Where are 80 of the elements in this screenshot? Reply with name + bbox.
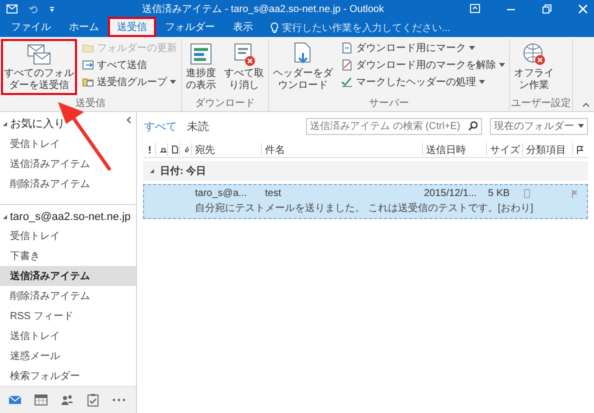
caret-icon (578, 124, 584, 128)
scope-dropdown[interactable]: 現在のフォルダー (490, 118, 588, 134)
caret-icon (469, 46, 475, 50)
expanded-icon[interactable] (2, 120, 8, 126)
message-recipient: taro_s@a... (194, 188, 248, 199)
calendar-icon[interactable] (34, 393, 48, 407)
message-subject: test (264, 188, 282, 199)
ribbon-display-icon[interactable] (470, 4, 480, 13)
caret-icon (499, 62, 505, 66)
caret-icon (170, 80, 176, 84)
document-icon (341, 42, 353, 54)
ribbon-button[interactable]: ダウンロード用のマークを解除 (338, 57, 508, 72)
section-header[interactable]: お気に入り (10, 116, 65, 131)
ribbon-button[interactable]: マークしたヘッダーの処理 (338, 74, 508, 89)
message-date: 2015/12/1... (423, 188, 478, 199)
folder-item[interactable]: 削除済みアイテム (0, 174, 136, 194)
people-icon[interactable] (60, 393, 74, 407)
search-icon (468, 121, 478, 131)
document-icon[interactable] (171, 145, 179, 154)
folder-icon (82, 42, 94, 54)
column-header[interactable]: 宛先 (191, 143, 261, 156)
ribbon-tab[interactable]: 送受信 (108, 17, 156, 37)
category-icon (524, 189, 530, 198)
group-label: 送受信 (74, 96, 106, 111)
document-icon (341, 58, 353, 70)
folder-item[interactable]: 送信トレイ (0, 326, 136, 346)
ribbon-button[interactable]: ダウンロード用にマーク (338, 40, 508, 55)
restore-icon[interactable] (542, 4, 552, 14)
column-header[interactable]: 件名 (261, 143, 422, 156)
ribbon-button[interactable]: オフライン作業 (511, 39, 557, 95)
filter-tab[interactable]: 未読 (186, 118, 210, 134)
collapse-pane-icon[interactable] (126, 116, 132, 124)
tasks-icon[interactable] (86, 393, 100, 407)
message-item[interactable]: taro_s@a... test 2015/12/1... 5 KB 自分宛にテストメールを送りました。 これは送受信のテストです。[おわり] (143, 184, 588, 219)
ribbon-button[interactable]: すべて送信 (79, 57, 180, 72)
window-title: 送信済みアイテム - taro_s@aa2.so-net.ne.jp - Outlook (141, 2, 385, 16)
group-label: ユーザー設定 (511, 96, 571, 111)
filter-tab[interactable]: すべて (143, 118, 178, 134)
flag-icon[interactable] (576, 145, 584, 154)
ribbon-tab[interactable]: フォルダー (156, 17, 224, 37)
send-icon (82, 58, 94, 70)
undo-icon[interactable] (28, 4, 38, 14)
folder-item[interactable]: 下書き (0, 246, 136, 266)
ribbon-tab[interactable]: 表示 (224, 17, 262, 37)
folder-group-icon (82, 76, 94, 88)
group-label: ダウンロード (194, 97, 256, 111)
folder-item[interactable]: 送信済みアイテム (0, 266, 136, 286)
ribbon-button[interactable]: 送受信グループ (79, 74, 180, 89)
folder-item[interactable]: 削除済みアイテム (0, 286, 136, 306)
folder-item[interactable]: 受信トレイ (0, 226, 136, 246)
app-icon (6, 2, 18, 14)
column-header[interactable]: 送信日時 (422, 143, 486, 156)
ribbon-tab[interactable]: ホーム (60, 17, 108, 37)
close-icon[interactable] (578, 4, 588, 14)
lightbulb-icon (270, 22, 279, 34)
ribbon-button[interactable]: すべてのフォルダーを送受信 (1, 39, 77, 95)
column-header[interactable]: 分類項目 (522, 143, 572, 156)
ribbon-tab[interactable]: ファイル (2, 17, 60, 37)
expanded-icon[interactable] (2, 214, 8, 220)
collapse-ribbon-icon[interactable] (582, 102, 590, 107)
ribbon-button[interactable]: ヘッダーをダウンロード (270, 39, 336, 95)
message-preview: 自分宛にテストメールを送りました。 これは送受信のテストです。[おわり] (194, 202, 534, 215)
folder-item[interactable]: 送信済みアイテム (0, 154, 136, 174)
attachment-icon[interactable] (183, 145, 191, 154)
group-label: サーバー (368, 97, 410, 111)
folder-item[interactable]: 受信トレイ (0, 134, 136, 154)
ribbon-button[interactable]: 進捗度の表示 (183, 39, 219, 95)
folder-item[interactable]: 迷惑メール (0, 346, 136, 366)
column-header[interactable]: サイズ (486, 143, 522, 156)
message-size: 5 KB (487, 188, 511, 199)
mail-icon[interactable] (8, 393, 22, 407)
checkmark-icon (341, 76, 353, 88)
section-header[interactable]: taro_s@aa2.so-net.ne.jp (10, 211, 131, 223)
folder-item[interactable]: 検索フォルダー (0, 366, 136, 386)
group-header: 日付: 今日 (160, 164, 206, 178)
ribbon-button[interactable]: すべて取り消し (221, 39, 267, 95)
expanded-icon[interactable] (149, 168, 155, 174)
caret-icon (479, 80, 485, 84)
folder-item[interactable]: RSS フィード (0, 306, 136, 326)
reminder-icon[interactable] (159, 145, 167, 154)
